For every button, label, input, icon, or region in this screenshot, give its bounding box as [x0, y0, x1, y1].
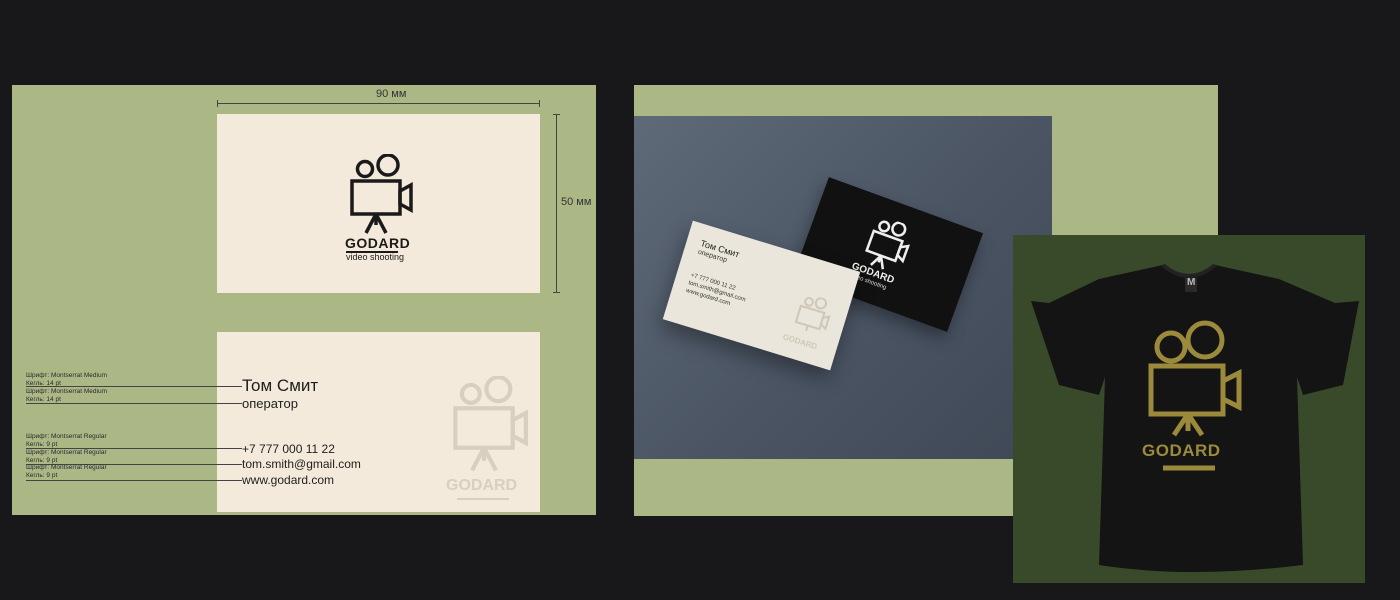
brand-tagline: video shooting: [346, 252, 405, 262]
height-dimension-tick-top: [553, 114, 560, 115]
spec-note-role: Шрифт: Montserrat Medium Кегль: 14 pt: [26, 388, 107, 404]
height-dimension-line: [556, 114, 557, 293]
width-dimension-label: 90 мм: [376, 88, 407, 100]
camera-logo-icon: [350, 154, 413, 234]
brand-watermark: GODARD: [446, 477, 518, 494]
height-dimension-tick-bottom: [553, 292, 560, 293]
spec-leader-role: [26, 403, 242, 404]
spec-leader-name: [26, 386, 242, 387]
tshirt-size-label: M: [1187, 277, 1196, 288]
camera-watermark-icon: [453, 376, 528, 472]
height-dimension-label: 50 мм: [561, 196, 592, 208]
spec-size: Кегль: 9 pt: [26, 472, 58, 479]
spec-note-website: Шрифт: Montserrat Regular Кегль: 9 pt: [26, 464, 107, 480]
contact-role: оператор: [242, 396, 298, 411]
spec-font: Шрифт: Montserrat Medium: [26, 372, 107, 379]
tshirt-brand-name: GODARD: [1142, 441, 1221, 460]
card-back: Том Смит оператор +7 777 000 11 22 tom.s…: [217, 332, 540, 512]
card-front: GODARD video shooting: [217, 114, 540, 293]
spec-leader-website: [26, 480, 242, 481]
business-card-layout-panel: 90 мм 50 мм GODARD video shooting Том См…: [12, 85, 596, 515]
contact-website: www.godard.com: [242, 473, 335, 487]
spec-note-phone: Шрифт: Montserrat Regular Кегль: 9 pt: [26, 433, 107, 449]
brand-watermark-underline: [457, 498, 509, 500]
spec-font: Шрифт: Montserrat Regular: [26, 464, 107, 471]
card-mockup-photo: GODARD video shooting Том Смит оператор …: [634, 116, 1052, 459]
width-dimension-tick-left: [217, 100, 218, 107]
spec-font: Шрифт: Montserrat Regular: [26, 433, 107, 440]
spec-font: Шрифт: Montserrat Regular: [26, 449, 107, 456]
contact-phone: +7 777 000 11 22: [242, 442, 335, 456]
brand-name: GODARD: [345, 235, 411, 251]
width-dimension-tick-right: [539, 100, 540, 107]
tshirt-mockup-panel: M GODARD: [1013, 235, 1365, 583]
contact-name: Том Смит: [242, 376, 319, 395]
spec-font: Шрифт: Montserrat Medium: [26, 388, 107, 395]
width-dimension-line: [217, 103, 540, 104]
mock-camera-watermark-icon: [794, 296, 831, 332]
contact-email: tom.smith@gmail.com: [242, 457, 361, 471]
spec-note-email: Шрифт: Montserrat Regular Кегль: 9 pt: [26, 449, 107, 465]
